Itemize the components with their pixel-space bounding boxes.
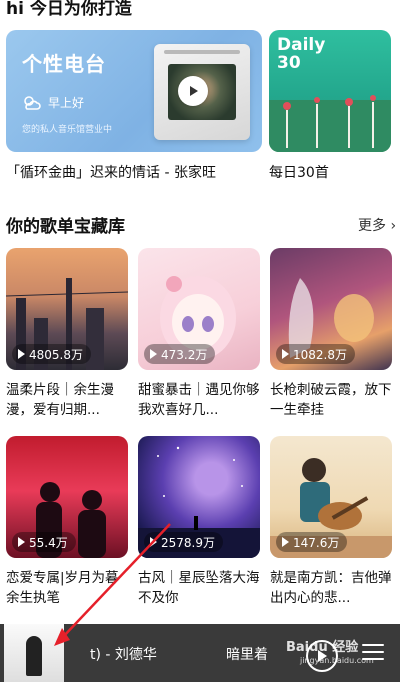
- daily-logo-number: 30: [277, 53, 301, 73]
- play-count-badge: 473.2万: [144, 344, 216, 364]
- personal-fm-cover: [154, 44, 250, 140]
- personal-fm-card[interactable]: 个性电台 早上好 您的私人音乐馆营业中: [6, 30, 262, 152]
- playlist-cover[interactable]: 4805.8万: [6, 248, 128, 370]
- daily-logo: Daily 30: [277, 36, 325, 72]
- more-link[interactable]: 更多 ›: [358, 215, 396, 235]
- playlist-title[interactable]: 就是南方凯：吉他弹出内心的悲...: [270, 568, 394, 608]
- play-icon: [282, 537, 289, 547]
- play-count-badge: 55.4万: [12, 532, 76, 552]
- play-count-badge: 4805.8万: [12, 344, 91, 364]
- play-count-badge: 1082.8万: [276, 344, 355, 364]
- daily-30-caption[interactable]: 每日30首: [269, 162, 329, 182]
- playlist-cover[interactable]: 147.6万: [270, 436, 392, 558]
- play-count: 1082.8万: [293, 347, 347, 362]
- play-icon: [18, 537, 25, 547]
- playlist-cover[interactable]: 2578.9万: [138, 436, 260, 558]
- greeting-text: 早上好: [48, 96, 85, 110]
- play-count: 55.4万: [29, 535, 68, 550]
- play-icon: [318, 650, 327, 662]
- playlist-cover[interactable]: 473.2万: [138, 248, 260, 370]
- playlist-title[interactable]: 恋爱专属|岁月为暮余生执笔: [6, 568, 130, 608]
- daily-30-card[interactable]: Daily 30: [269, 30, 391, 152]
- section-title: 你的歌单宝藏库: [6, 217, 125, 237]
- play-count-badge: 2578.9万: [144, 532, 223, 552]
- sun-cloud-icon: [24, 95, 41, 110]
- play-icon: [282, 349, 289, 359]
- personal-fm-caption[interactable]: 「循环金曲」迟来的情话 - 张家旺: [6, 162, 216, 182]
- playlist-title[interactable]: 温柔片段｜余生漫漫，爱有归期...: [6, 380, 130, 420]
- playlist-cover[interactable]: 55.4万: [6, 436, 128, 558]
- playlist-cover[interactable]: 1082.8万: [270, 248, 392, 370]
- play-button[interactable]: [178, 76, 208, 106]
- now-playing-title[interactable]: t) - 刘德华: [90, 644, 157, 664]
- personal-fm-subtitle: 您的私人音乐馆营业中: [22, 125, 113, 135]
- playlist-title[interactable]: 古风｜星辰坠落大海不及你: [138, 568, 262, 608]
- play-icon: [150, 349, 157, 359]
- playlist-icon[interactable]: [362, 644, 384, 662]
- play-icon: [150, 537, 157, 547]
- now-playing-cover[interactable]: [4, 624, 64, 682]
- playlist-title[interactable]: 甜蜜暴击｜遇见你够我欢喜好几...: [138, 380, 262, 420]
- play-pause-button[interactable]: [306, 640, 338, 672]
- play-icon: [18, 349, 25, 359]
- play-count-badge: 147.6万: [276, 532, 348, 552]
- play-icon: [190, 86, 198, 96]
- daily-logo-word: Daily: [277, 35, 326, 55]
- play-count: 473.2万: [161, 347, 208, 362]
- greeting: 早上好: [22, 94, 84, 111]
- personal-fm-title: 个性电台: [22, 52, 106, 76]
- play-count: 4805.8万: [29, 347, 83, 362]
- next-song-preview[interactable]: 暗里着: [226, 644, 268, 664]
- playlist-title[interactable]: 长枪刺破云霞，放下一生牵挂: [270, 380, 394, 420]
- page-title: hi 今日为你打造: [6, 0, 132, 19]
- play-count: 147.6万: [293, 535, 340, 550]
- play-count: 2578.9万: [161, 535, 215, 550]
